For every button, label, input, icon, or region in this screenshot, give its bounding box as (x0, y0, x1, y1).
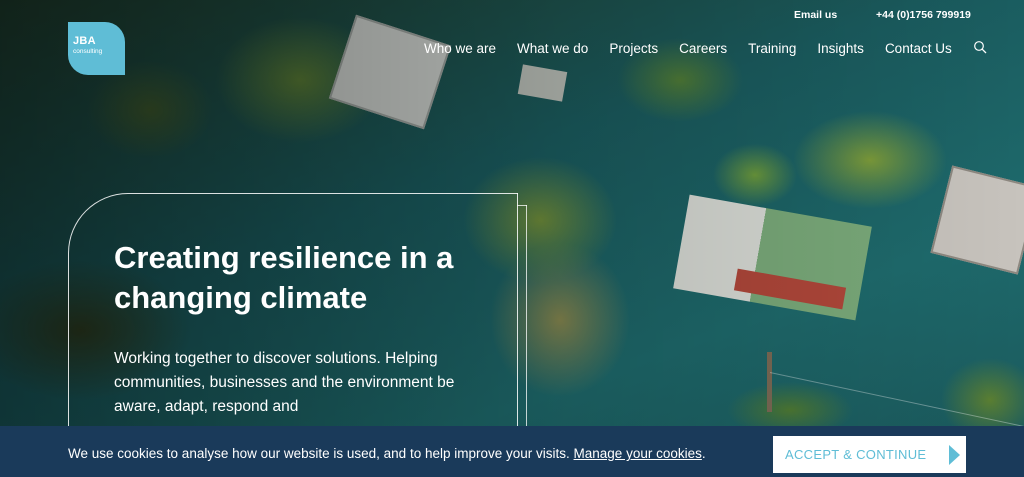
nav-item-insights[interactable]: Insights (817, 41, 864, 56)
cookie-message-row: We use cookies to analyse how our websit… (68, 446, 706, 461)
nav-item-projects[interactable]: Projects (609, 41, 658, 56)
main-nav: Who we are What we do Projects Careers T… (424, 40, 989, 56)
cookie-message: We use cookies to analyse how our websit… (68, 446, 570, 461)
jba-logo[interactable]: JBA consulting (68, 22, 125, 75)
hero-panel-border-line (517, 193, 518, 433)
cookie-banner: We use cookies to analyse how our websit… (0, 426, 1024, 477)
hero-panel-border-line (526, 205, 527, 435)
email-us-link[interactable]: Email us (794, 9, 837, 21)
search-icon[interactable] (973, 40, 989, 56)
hero-subtext: Working together to discover solutions. … (114, 350, 455, 415)
logo-subtitle: consulting (73, 48, 103, 55)
hero-panel-border-line (517, 205, 527, 206)
accept-continue-label: ACCEPT & CONTINUE (785, 447, 927, 462)
chevron-right-icon (948, 445, 960, 465)
nav-item-careers[interactable]: Careers (679, 41, 727, 56)
nav-item-who-we-are[interactable]: Who we are (424, 41, 496, 56)
hero-headline: Creating resilience in a changing climat… (114, 240, 454, 315)
logo-wordmark: JBA (73, 35, 96, 47)
accept-continue-button[interactable]: ACCEPT & CONTINUE (773, 436, 966, 473)
nav-item-contact-us[interactable]: Contact Us (885, 41, 952, 56)
phone-link[interactable]: +44 (0)1756 799919 (876, 9, 971, 21)
nav-item-training[interactable]: Training (748, 41, 796, 56)
manage-cookies-link[interactable]: Manage your cookies (574, 446, 702, 461)
nav-item-what-we-do[interactable]: What we do (517, 41, 588, 56)
cookie-message-period: . (701, 446, 706, 461)
